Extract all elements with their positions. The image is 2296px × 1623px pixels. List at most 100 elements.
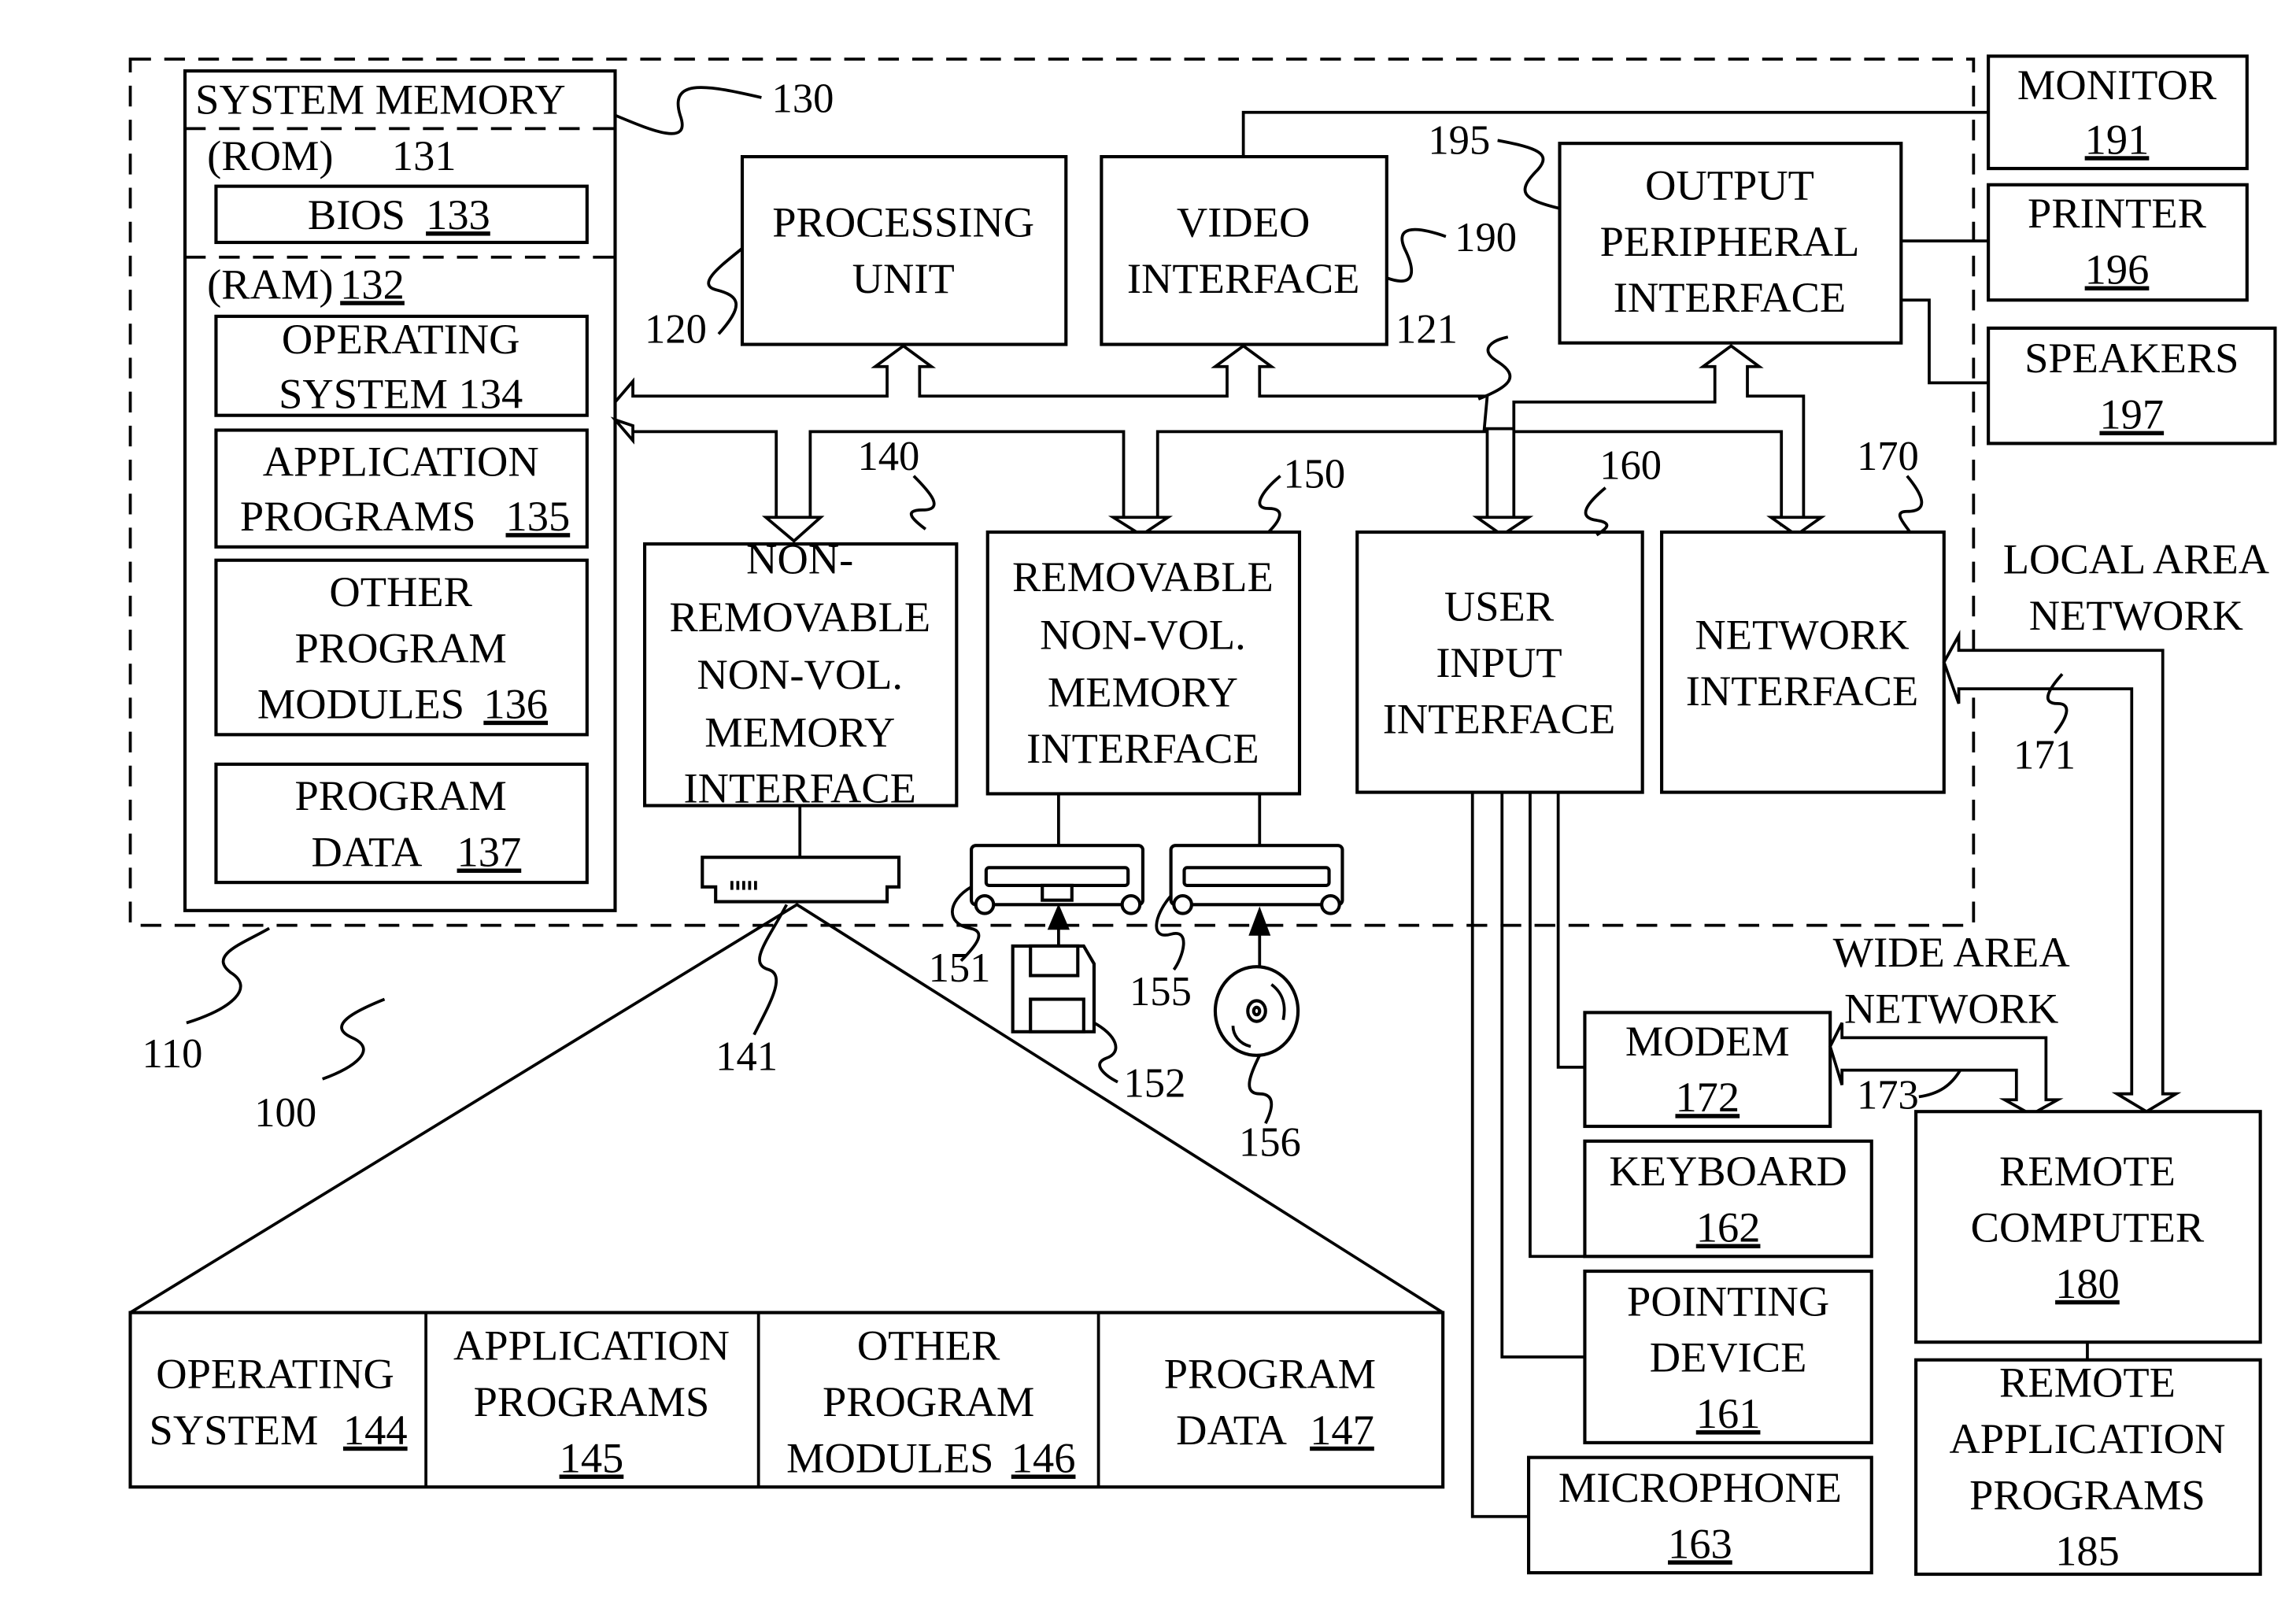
- disk-os-ref: 144: [343, 1406, 408, 1454]
- disk-data-line2: DATA: [1176, 1406, 1287, 1454]
- disk-contents: OPERATING SYSTEM 144 APPLICATION PROGRAM…: [128, 1311, 1445, 1489]
- wan-ref: 173: [1857, 1072, 1919, 1118]
- hard-disk-ref: 141: [715, 1034, 778, 1080]
- system-ref: 100: [254, 1090, 316, 1136]
- removable-memory-interface: REMOVABLE NON-VOL. MEMORY INTERFACE: [985, 530, 1302, 796]
- rom-label: (ROM): [207, 131, 333, 179]
- ram-other-program-modules: OTHER PROGRAM MODULES 136: [214, 558, 589, 737]
- bus-ref: 121: [1396, 307, 1458, 353]
- ram-program-data: PROGRAM DATA 137: [214, 762, 589, 885]
- disk-modules-line3: MODULES: [786, 1433, 993, 1481]
- bios-box: BIOS 133: [214, 184, 589, 245]
- ram-modules-ref: 136: [483, 680, 548, 728]
- pointing-line2: DEVICE: [1650, 1333, 1807, 1381]
- uii-line3: INTERFACE: [1383, 694, 1615, 742]
- ram-data-ref: 137: [457, 827, 522, 875]
- disk-apps-line1: APPLICATION: [453, 1322, 730, 1370]
- hard-disk-icon: [701, 856, 901, 904]
- rmi-line3: MEMORY: [1048, 668, 1238, 716]
- computing-system-diagram: SYSTEM MEMORY (ROM) 131 BIOS 133 (RAM) 1…: [128, 54, 2277, 1577]
- pointing-line1: POINTING: [1627, 1277, 1829, 1325]
- ni-line2: INTERFACE: [1686, 667, 1918, 715]
- video-interface-ref: 190: [1455, 215, 1517, 261]
- wan-line1: WIDE AREA: [1833, 928, 2070, 976]
- ram-apps-line1: APPLICATION: [263, 438, 539, 486]
- disk-data-ref: 147: [1310, 1406, 1374, 1454]
- keyboard-label: KEYBOARD: [1609, 1147, 1847, 1195]
- ram-modules-line3: MODULES: [257, 680, 464, 728]
- remote-apps-line1: REMOTE: [1999, 1359, 2176, 1407]
- rom-ref: 131: [392, 131, 457, 179]
- video-interface: VIDEO INTERFACE: [1100, 154, 1388, 346]
- microphone-ref: 163: [1668, 1519, 1732, 1567]
- ram-ref: 132: [340, 260, 405, 308]
- ram-operating-system: OPERATING SYSTEM 134: [214, 314, 589, 417]
- rmi-line4: INTERFACE: [1026, 724, 1259, 772]
- lan-ref: 171: [2013, 733, 2076, 778]
- monitor-label: MONITOR: [2017, 61, 2217, 109]
- ram-apps-ref: 135: [506, 492, 571, 540]
- video-interface-line2: INTERFACE: [1127, 254, 1359, 302]
- optical-drive-icon: [1169, 844, 1344, 915]
- speakers-ref: 197: [2099, 390, 2164, 438]
- remote-computer-ref: 180: [2055, 1259, 2120, 1307]
- ram-data-line1: PROGRAM: [295, 771, 507, 819]
- output-peripheral-interface: OUTPUT PERIPHERAL INTERFACE: [1558, 142, 1903, 345]
- remote-computer: REMOTE COMPUTER 180: [1914, 1110, 2262, 1344]
- disk-data-line1: PROGRAM: [1164, 1349, 1376, 1397]
- monitor-ref: 191: [2085, 115, 2150, 163]
- network-interface: NETWORK INTERFACE: [1660, 530, 1946, 794]
- speakers-label: SPEAKERS: [2024, 334, 2239, 382]
- modem-ref: 172: [1675, 1073, 1740, 1121]
- rmi-line1: REMOVABLE: [1012, 553, 1274, 601]
- keyboard-ref: 162: [1696, 1203, 1761, 1251]
- floppy-disk-icon: [1011, 944, 1096, 1033]
- nrmi-line5: INTERFACE: [684, 764, 916, 812]
- nrmi-line3: NON-VOL.: [697, 650, 903, 698]
- ni-line1: NETWORK: [1695, 610, 1909, 658]
- ram-data-line2: DATA: [312, 827, 423, 875]
- opi-line2: PERIPHERAL: [1600, 217, 1860, 265]
- ram-modules-line1: OTHER: [329, 567, 472, 616]
- rmi-line2: NON-VOL.: [1040, 610, 1246, 658]
- system-memory-title: SYSTEM MEMORY: [195, 76, 566, 124]
- processing-unit-ref: 120: [645, 307, 707, 353]
- user-input-interface: USER INPUT INTERFACE: [1355, 530, 1644, 794]
- disk-os-line2: SYSTEM: [150, 1406, 319, 1454]
- remote-apps-ref: 185: [2055, 1527, 2120, 1575]
- microphone-label: MICROPHONE: [1558, 1463, 1842, 1511]
- pointing-device: POINTING DEVICE 161: [1583, 1269, 1873, 1444]
- processing-unit: PROCESSING UNIT: [740, 154, 1068, 346]
- disk-apps-ref: 145: [560, 1433, 624, 1481]
- opi-line1: OUTPUT: [1645, 161, 1814, 209]
- system-memory: SYSTEM MEMORY (ROM) 131 BIOS 133 (RAM) 1…: [183, 69, 617, 912]
- non-removable-memory-interface: NON- REMOVABLE NON-VOL. MEMORY INTERFACE: [642, 535, 959, 812]
- nrmi-line1: NON-: [746, 535, 853, 583]
- disk-modules-line1: OTHER: [857, 1322, 1000, 1370]
- floppy-disk-ref: 152: [1124, 1060, 1186, 1106]
- ram-os-line1: OPERATING: [282, 315, 520, 363]
- pointing-ref: 161: [1696, 1389, 1761, 1437]
- uii-line1: USER: [1444, 582, 1555, 630]
- disk-modules-line2: PROGRAM: [823, 1377, 1034, 1425]
- remote-computer-line2: COMPUTER: [1971, 1203, 2205, 1251]
- floppy-drive-icon: [970, 844, 1144, 915]
- processing-unit-line2: UNIT: [852, 254, 955, 302]
- optical-drive-ref: 155: [1130, 969, 1192, 1015]
- processing-unit-line1: PROCESSING: [772, 198, 1034, 246]
- modem: MODEM 172: [1583, 1011, 1832, 1129]
- printer-ref: 196: [2085, 246, 2150, 294]
- ram-modules-line2: PROGRAM: [295, 623, 507, 671]
- opi-line3: INTERFACE: [1614, 273, 1846, 321]
- remote-computer-line1: REMOTE: [1999, 1147, 2176, 1195]
- modem-label: MODEM: [1625, 1017, 1790, 1065]
- disk-os-line1: OPERATING: [156, 1349, 394, 1397]
- microphone: MICROPHONE 163: [1527, 1455, 1873, 1575]
- disk-modules-ref: 146: [1011, 1433, 1076, 1481]
- system-memory-ref: 130: [772, 76, 834, 122]
- printer-label: PRINTER: [2028, 189, 2207, 237]
- uii-line2: INPUT: [1436, 638, 1562, 686]
- remote-apps-line2: APPLICATION: [1949, 1414, 2225, 1462]
- disk-apps-line2: PROGRAMS: [474, 1377, 710, 1425]
- bios-label: BIOS: [308, 190, 405, 238]
